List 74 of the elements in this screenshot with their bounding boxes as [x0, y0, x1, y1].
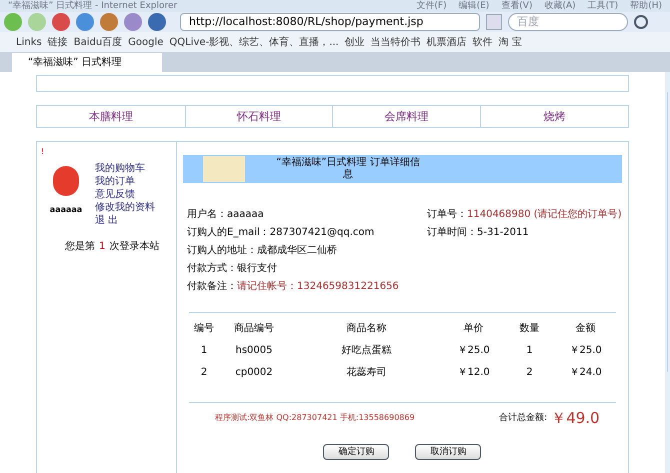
table-cell-text: 好吃点蛋糕 [340, 344, 392, 358]
column-header: 编号 [193, 322, 215, 336]
sidebar-link[interactable]: 我的购物车 [95, 162, 155, 175]
table-cell-text: ￥12.0 [456, 366, 491, 380]
menu-item[interactable]: 文件(F) [416, 0, 447, 12]
table-cell-text: cp0002 [234, 366, 274, 380]
avatar-icon [53, 166, 79, 196]
menu-item[interactable]: 查看(V) [501, 0, 532, 12]
field-label: 订单号： [427, 208, 467, 222]
menu-item[interactable]: 帮助(H) [630, 0, 662, 12]
field-value: 1140468980 (请记住您的订单号) [467, 208, 622, 222]
bookmark-link[interactable]: Baidu百度 [74, 34, 122, 50]
column-header: 单价 [462, 322, 485, 336]
table-cell-text: ￥25.0 [568, 344, 603, 358]
bookmark-link[interactable]: Google [128, 34, 164, 50]
bookmark-link[interactable]: 机票酒店 [426, 34, 467, 50]
table-cell-text: 2 [525, 366, 534, 380]
address-field[interactable]: http://localhost:8080/RL/shop/payment.jsp [180, 13, 480, 31]
login-text: 次登录本站 [109, 240, 160, 254]
field-value: 5-31-2011 [477, 226, 529, 240]
column-header: 商品名称 [345, 322, 388, 336]
total-amount: ￥49.0 [551, 408, 600, 429]
sidebar-link[interactable]: 退 出 [95, 214, 155, 227]
login-text: 您是第 [65, 240, 95, 254]
table-cell-text: ￥25.0 [456, 344, 491, 358]
field-value: 287307421@qq.com [270, 226, 374, 240]
field-value: 成都成华区二仙桥 [257, 244, 337, 258]
credit-text: 程序测试:双鱼林 QQ:287307421 手机:13558690869 [215, 412, 415, 424]
menu-item[interactable]: 编辑(E) [458, 0, 490, 12]
table-cell-text: 1 [525, 344, 534, 358]
field-label: 订购人的地址： [187, 244, 257, 258]
field-label: 付款方式： [187, 262, 237, 276]
table-cell-text: hs0005 [234, 344, 274, 358]
column-header: 商品编号 [233, 322, 275, 336]
bookmark-link[interactable]: 软件 [472, 34, 493, 50]
field-label: 订购人的E_mail： [187, 226, 270, 240]
menu-item[interactable]: 收藏(A) [544, 0, 576, 12]
table-cell-text: ￥24.0 [568, 366, 603, 380]
search-icon[interactable] [634, 15, 648, 29]
browser-tab[interactable]: “幸福滋味” 日式料理 [12, 53, 162, 72]
nav-link[interactable]: 怀石料理 [184, 106, 332, 127]
nav-link[interactable]: 烧烤 [480, 106, 628, 127]
column-header: 金额 [574, 322, 597, 336]
nav-link[interactable]: 会席料理 [332, 106, 480, 127]
bookmark-link[interactable]: Links [16, 34, 42, 50]
sidebar-link[interactable]: 我的订单 [95, 175, 155, 188]
field-label: 用户名： [187, 208, 227, 222]
column-header: 数量 [518, 322, 541, 336]
menu-item[interactable]: 工具(T) [588, 0, 618, 12]
field-label: 付款备注： [187, 280, 237, 294]
bookmark-link[interactable]: 淘 宝 [498, 34, 522, 50]
bookmark-link[interactable]: QQLive-影视、综艺、体育、直播，... [169, 34, 339, 50]
username: aaaaaa [50, 204, 82, 216]
food-photo-placeholder [203, 156, 245, 182]
warning-mark: ! [41, 146, 44, 158]
bookmark-link[interactable]: 链接 [48, 34, 68, 50]
total-label: 合计总金额: [499, 412, 548, 424]
table-cell-text: 花蕊寿司 [345, 366, 388, 380]
sidebar-link[interactable]: 意见反馈 [95, 188, 155, 201]
table-cell-text: 2 [200, 366, 208, 380]
order-button[interactable]: 取消订购 [415, 444, 482, 460]
login-count: 1 [99, 240, 106, 254]
field-value: 请记住帐号：1324659831221656 [237, 280, 399, 294]
field-value: aaaaaa [227, 208, 264, 222]
nav-link[interactable]: 本膳料理 [37, 106, 185, 127]
order-button[interactable]: 确定订购 [323, 444, 390, 460]
field-label: 订单时间： [427, 226, 477, 240]
bookmark-link[interactable]: 创业 [344, 34, 365, 50]
sidebar-link[interactable]: 修改我的资料 [95, 201, 155, 214]
bookmark-link[interactable]: 当当特价书 [370, 34, 421, 50]
field-value: 银行支付 [237, 262, 277, 276]
window-title: “幸福滋味” 日式料理 - Internet Explorer [8, 0, 178, 12]
table-cell-text: 1 [200, 344, 208, 358]
order-title: “幸福滋味”日式料理 订单详细信息 [275, 157, 421, 181]
